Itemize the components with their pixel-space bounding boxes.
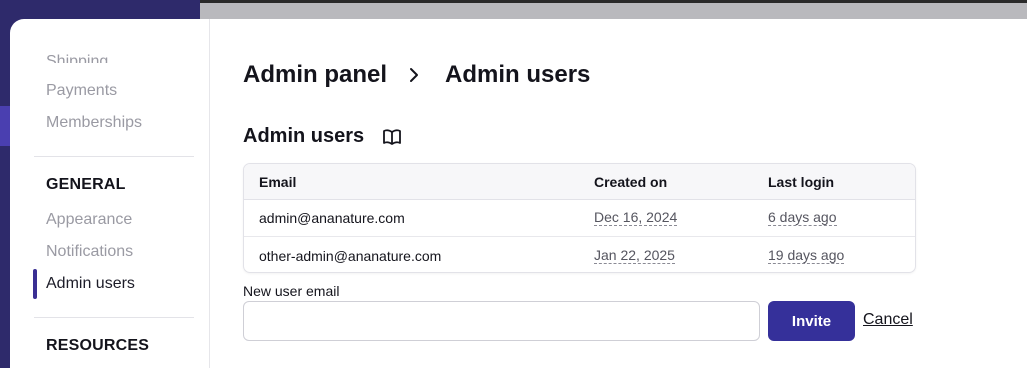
sidebar-heading-general: GENERAL xyxy=(46,176,126,193)
sidebar-item-notifications[interactable]: Notifications xyxy=(46,243,133,261)
sidebar-item-payments[interactable]: Payments xyxy=(46,82,117,100)
table-header: Email Created on Last login xyxy=(244,164,915,200)
row-last-login[interactable]: 19 days ago xyxy=(768,247,845,264)
sidebar-item-appearance[interactable]: Appearance xyxy=(46,211,132,229)
column-header-email: Email xyxy=(259,173,297,190)
sidebar-item-shipping[interactable]: Shipping xyxy=(46,47,108,63)
row-last-login[interactable]: 6 days ago xyxy=(768,210,837,226)
row-created-on[interactable]: Dec 16, 2024 xyxy=(594,210,678,226)
book-icon[interactable] xyxy=(382,128,402,146)
breadcrumb-current: Admin users xyxy=(445,61,591,88)
sidebar-item-admin-users[interactable]: Admin users xyxy=(46,275,135,293)
new-user-email-input[interactable] xyxy=(243,301,760,341)
sidebar-item-memberships[interactable]: Memberships xyxy=(46,114,142,132)
sidebar-divider xyxy=(34,317,194,318)
cancel-link[interactable]: Cancel xyxy=(863,311,913,329)
row-email: admin@ananature.com xyxy=(259,210,405,226)
background-accent xyxy=(0,106,10,146)
row-created-on[interactable]: Jan 22, 2025 xyxy=(594,247,675,264)
table-row: other-admin@ananature.com Jan 22, 2025 1… xyxy=(244,237,915,272)
active-indicator xyxy=(33,269,37,299)
window-top-strip xyxy=(200,0,1027,19)
sidebar-divider xyxy=(34,156,194,157)
invite-button[interactable]: Invite xyxy=(768,301,855,341)
sidebar-heading-resources: RESOURCES xyxy=(46,337,150,354)
row-email: other-admin@ananature.com xyxy=(259,247,442,264)
breadcrumb-root[interactable]: Admin panel xyxy=(243,61,387,89)
breadcrumb: Admin panel Admin users xyxy=(243,61,590,89)
admin-users-table: Email Created on Last login admin@ananat… xyxy=(243,163,916,273)
column-header-created-on: Created on xyxy=(594,173,668,190)
table-row: admin@ananature.com Dec 16, 2024 6 days … xyxy=(244,200,915,237)
sidebar: Shipping Payments Memberships GENERAL Ap… xyxy=(10,19,210,368)
section-title: Admin users xyxy=(243,125,365,147)
section-header: Admin users xyxy=(243,125,402,148)
chevron-right-icon xyxy=(409,67,419,83)
app-window: Shipping Payments Memberships GENERAL Ap… xyxy=(10,19,1027,368)
new-user-email-label: New user email xyxy=(243,283,340,299)
column-header-last-login: Last login xyxy=(768,173,835,190)
